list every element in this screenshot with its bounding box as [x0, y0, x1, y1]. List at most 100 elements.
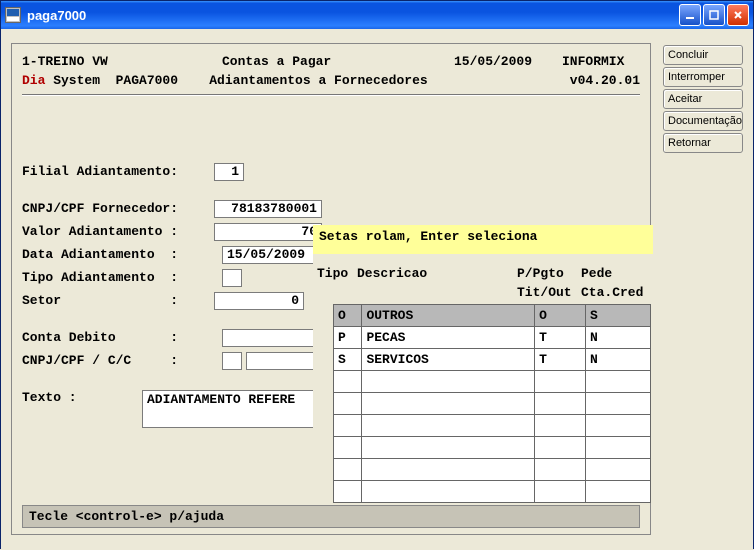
company-label: 1-TREINO VW	[22, 54, 222, 69]
conta-input[interactable]	[222, 329, 322, 347]
cell-tipo	[334, 459, 362, 481]
program-label: System PAGA7000 Adiantamentos a Forneced…	[45, 73, 569, 88]
table-row[interactable]	[334, 437, 651, 459]
cell-tipo	[334, 437, 362, 459]
cell-desc	[362, 371, 535, 393]
cell-pp	[535, 481, 586, 503]
cell-desc	[362, 459, 535, 481]
col-desc-header: Descricao	[357, 266, 517, 281]
tipo-input[interactable]	[222, 269, 242, 287]
db-label: INFORMIX	[562, 54, 624, 69]
col-ppgto-header: P/Pgto	[517, 266, 581, 281]
setor-label: Setor :	[22, 293, 214, 308]
maximize-button[interactable]	[703, 4, 725, 26]
cell-desc: SERVICOS	[362, 349, 535, 371]
valor-input[interactable]	[214, 223, 322, 241]
table-row[interactable]	[334, 393, 651, 415]
data-label: Data Adiantamento :	[22, 247, 222, 262]
conta-label: Conta Debito :	[22, 330, 222, 345]
cell-pc	[585, 415, 650, 437]
app-icon	[5, 7, 21, 23]
texto-label: Texto :	[22, 390, 142, 405]
interromper-button[interactable]: Interromper	[663, 67, 743, 87]
filial-label: Filial Adiantamento:	[22, 164, 214, 179]
col-ctacred-header: Cta.Cred	[581, 285, 643, 300]
table-row[interactable]	[334, 481, 651, 503]
col-pede-header: Pede	[581, 266, 612, 281]
cell-pc	[585, 393, 650, 415]
retornar-button[interactable]: Retornar	[663, 133, 743, 153]
table-row[interactable]	[334, 371, 651, 393]
documentacao-button[interactable]: Documentação	[663, 111, 743, 131]
table-row[interactable]	[334, 415, 651, 437]
cnpjcc-label: CNPJ/CPF / C/C :	[22, 353, 222, 368]
aceitar-button[interactable]: Aceitar	[663, 89, 743, 109]
table-row[interactable]: OOUTROSOS	[334, 305, 651, 327]
col-titout-header: Tit/Out	[517, 285, 581, 300]
cell-pc	[585, 459, 650, 481]
table-row[interactable]	[334, 459, 651, 481]
dia-label: Dia	[22, 73, 45, 88]
cell-pp: T	[535, 349, 586, 371]
filial-input[interactable]	[214, 163, 244, 181]
data-input[interactable]	[222, 246, 322, 264]
cell-tipo	[334, 415, 362, 437]
col-tipo-header: Tipo	[317, 266, 357, 281]
tipo-popup: Setas rolam, Enter seleciona Tipo Descri…	[313, 225, 653, 503]
titlebar[interactable]: paga7000	[1, 1, 753, 29]
cell-pp	[535, 371, 586, 393]
popup-header-line1: Tipo Descricao P/Pgto Pede	[313, 264, 653, 283]
setor-input[interactable]	[214, 292, 304, 310]
cnpj-input[interactable]	[214, 200, 322, 218]
cnpjcc-input-2[interactable]	[246, 352, 322, 370]
cell-tipo: P	[334, 327, 362, 349]
row-cnpj: CNPJ/CPF Fornecedor:	[12, 197, 650, 220]
cell-pp: O	[535, 305, 586, 327]
table-row[interactable]: PPECASTN	[334, 327, 651, 349]
tipo-label: Tipo Adiantamento :	[22, 270, 222, 285]
cell-pc	[585, 481, 650, 503]
minimize-icon	[685, 10, 695, 20]
close-icon	[733, 10, 743, 20]
cell-desc: PECAS	[362, 327, 535, 349]
cell-pc	[585, 371, 650, 393]
cell-pp	[535, 437, 586, 459]
cell-tipo: O	[334, 305, 362, 327]
window-controls	[679, 4, 749, 26]
cell-desc	[362, 415, 535, 437]
row-filial: Filial Adiantamento:	[12, 160, 650, 183]
valor-label: Valor Adiantamento :	[22, 224, 214, 239]
cell-pp	[535, 459, 586, 481]
cell-pc: N	[585, 327, 650, 349]
table-row[interactable]: SSERVICOSTN	[334, 349, 651, 371]
cell-pp	[535, 393, 586, 415]
cell-desc	[362, 437, 535, 459]
cell-pc: S	[585, 305, 650, 327]
cell-pp: T	[535, 327, 586, 349]
main-window: paga7000 Concluir Interromper Aceitar Do…	[0, 0, 754, 549]
version-label: v04.20.01	[570, 73, 640, 88]
popup-hint: Setas rolam, Enter seleciona	[313, 225, 653, 254]
cnpjcc-input-1[interactable]	[222, 352, 242, 370]
cell-tipo	[334, 371, 362, 393]
popup-table[interactable]: OOUTROSOSPPECASTNSSERVICOSTN	[333, 304, 651, 503]
popup-header-line2: Tit/Out Cta.Cred	[313, 283, 653, 302]
client-area: Concluir Interromper Aceitar Documentaçã…	[1, 29, 753, 550]
cell-desc: OUTROS	[362, 305, 535, 327]
minimize-button[interactable]	[679, 4, 701, 26]
cell-pc	[585, 437, 650, 459]
close-button[interactable]	[727, 4, 749, 26]
header-line2: Dia System PAGA7000 Adiantamentos a Forn…	[12, 69, 650, 88]
cnpj-label: CNPJ/CPF Fornecedor:	[22, 201, 214, 216]
concluir-button[interactable]: Concluir	[663, 45, 743, 65]
texto-input[interactable]	[142, 390, 322, 428]
maximize-icon	[709, 10, 719, 20]
cell-desc	[362, 481, 535, 503]
date-label: 15/05/2009	[454, 54, 562, 69]
window-title: paga7000	[27, 8, 679, 23]
cell-tipo: S	[334, 349, 362, 371]
cell-pp	[535, 415, 586, 437]
cell-desc	[362, 393, 535, 415]
cell-tipo	[334, 393, 362, 415]
module-label: Contas a Pagar	[222, 54, 454, 69]
